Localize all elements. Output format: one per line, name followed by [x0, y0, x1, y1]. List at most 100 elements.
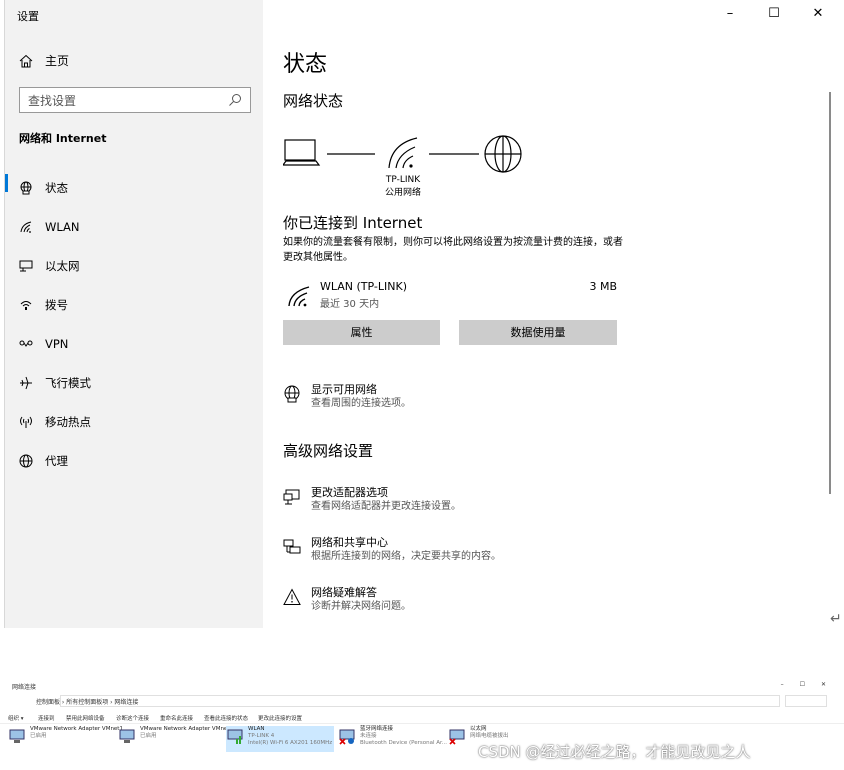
- sidebar-item-label: VPN: [45, 336, 69, 351]
- show-networks-link[interactable]: 显示可用网络 查看周围的连接选项。: [283, 382, 411, 411]
- wifi-adapter-icon: [227, 729, 243, 744]
- vpn-icon: [19, 340, 33, 347]
- maximize-button[interactable]: ☐: [800, 681, 805, 688]
- adapter-options-link[interactable]: 更改适配器选项 查看网络适配器并更改连接设置。: [283, 485, 461, 514]
- sidebar-item-dialup[interactable]: 拨号: [5, 285, 264, 324]
- sidebar-item-ethernet[interactable]: 以太网: [5, 246, 264, 285]
- network-adapter-icon: [119, 729, 135, 743]
- command-connect[interactable]: 连接到: [38, 714, 55, 722]
- settings-window: 设置 主页 查找设置 网络和 Internet 状态 WLAN 以太网 拨号 V…: [0, 0, 844, 628]
- search-placeholder: 查找设置: [28, 93, 77, 108]
- sidebar-item-hotspot[interactable]: 移动热点: [5, 402, 264, 441]
- settings-sidebar: 设置 主页 查找设置 网络和 Internet 状态 WLAN 以太网 拨号 V…: [4, 0, 263, 628]
- globe-network-icon: [284, 385, 300, 403]
- adapter-status: 未连接: [360, 733, 377, 739]
- network-status-title: 网络状态: [283, 92, 344, 110]
- sidebar-item-status[interactable]: 状态: [5, 168, 264, 207]
- network-label: TP-LINK 公用网络: [373, 174, 433, 200]
- ethernet-adapter-icon: [449, 729, 465, 745]
- sidebar-item-wlan[interactable]: WLAN: [5, 207, 264, 246]
- address-path: 控制面板 › 所有控制面板项 › 网络连接: [36, 699, 139, 706]
- sidebar-item-airplane[interactable]: 飞行模式: [5, 363, 264, 402]
- sidebar-item-label: 以太网: [45, 258, 80, 273]
- network-name: TP-LINK: [385, 175, 421, 185]
- search-input[interactable]: 查找设置: [19, 87, 251, 113]
- connection-row: WLAN (TP-LINK) 最近 30 天内 3 MB: [283, 278, 617, 312]
- watermark: CSDN @经过必经之路，才能见改见之人: [478, 743, 751, 761]
- connected-description: 如果你的流量套餐有限制，则你可以将此网络设置为按流量计费的连接，或者更改其他属性…: [283, 237, 623, 263]
- sharing-center-link[interactable]: 网络和共享中心 根据所连接到的网络，决定要共享的内容。: [283, 535, 501, 564]
- command-rename[interactable]: 重命名此连接: [160, 714, 193, 722]
- link-title: 显示可用网络: [311, 383, 377, 396]
- home-label: 主页: [45, 54, 70, 68]
- sharing-center-icon: [283, 539, 301, 554]
- ethernet-icon: [19, 260, 33, 271]
- command-status[interactable]: 查看此连接的状态: [204, 714, 248, 722]
- command-organize[interactable]: 组织 ▾: [8, 714, 24, 722]
- link-title: 网络疑难解答: [311, 586, 377, 599]
- window-controls: – ☐ ✕: [722, 6, 826, 21]
- return-icon: ↵: [830, 611, 842, 627]
- address-box[interactable]: [60, 695, 780, 707]
- home-icon: [19, 54, 33, 67]
- hotspot-icon: [20, 416, 32, 428]
- advanced-settings-title: 高级网络设置: [283, 442, 374, 460]
- sidebar-item-label: 拨号: [45, 297, 68, 312]
- sidebar-item-vpn[interactable]: VPN: [5, 324, 264, 363]
- wifi-icon: [288, 286, 310, 307]
- sidebar-item-label: 状态: [45, 180, 68, 195]
- sidebar-item-label: 代理: [45, 453, 68, 468]
- adapter-item[interactable]: VMware Network Adapter VMnet8 已启用: [118, 726, 233, 752]
- home-link[interactable]: 主页: [19, 52, 69, 69]
- connection-name: WLAN (TP-LINK): [320, 280, 407, 293]
- command-diagnose[interactable]: 诊断这个连接: [116, 714, 149, 722]
- network-adapter-icon: [9, 729, 25, 743]
- close-button[interactable]: ✕: [810, 6, 826, 21]
- command-bar: 组织 ▾ 连接到 禁用此网络设备 诊断这个连接 重命名此连接 查看此连接的状态 …: [0, 712, 844, 724]
- adapter-status: 已启用: [30, 733, 47, 739]
- minimize-button[interactable]: –: [781, 681, 784, 688]
- adapter-item[interactable]: VMware Network Adapter VMnet1 已启用: [8, 726, 123, 752]
- connection-period: 最近 30 天内: [320, 299, 380, 310]
- explorer-title: 网络连接: [12, 684, 37, 691]
- sidebar-item-label: 移动热点: [45, 414, 91, 429]
- bluetooth-adapter-icon: [339, 729, 355, 745]
- explorer-search-input[interactable]: [785, 695, 827, 707]
- properties-button[interactable]: 属性: [283, 320, 440, 345]
- category-heading: 网络和 Internet: [19, 132, 107, 145]
- close-button[interactable]: ✕: [821, 681, 826, 688]
- scrollbar[interactable]: [829, 92, 831, 494]
- adapter-name: WLAN: [248, 726, 265, 732]
- command-disable[interactable]: 禁用此网络设备: [66, 714, 105, 722]
- link-title: 网络和共享中心: [311, 536, 388, 549]
- command-settings[interactable]: 更改此连接的设置: [258, 714, 302, 722]
- adapter-item[interactable]: WLAN TP-LINK 4 Intel(R) Wi-Fi 6 AX201 16…: [226, 726, 334, 752]
- sidebar-item-label: WLAN: [45, 219, 80, 234]
- link-description: 查看网络适配器并更改连接设置。: [311, 501, 461, 512]
- adapter-name: VMware Network Adapter VMnet8: [140, 726, 233, 732]
- minimize-button[interactable]: –: [722, 6, 738, 21]
- explorer-titlebar: 网络连接 – ☐ ✕: [0, 680, 844, 692]
- sidebar-item-proxy[interactable]: 代理: [5, 441, 264, 480]
- warning-icon: [283, 588, 301, 605]
- globe-network-icon: [20, 181, 32, 194]
- connection-usage: 3 MB: [589, 280, 617, 293]
- link-description: 查看周围的连接选项。: [311, 398, 411, 409]
- sidebar-item-label: 飞行模式: [45, 375, 91, 390]
- troubleshoot-link[interactable]: 网络疑难解答 诊断并解决网络问题。: [283, 585, 411, 614]
- maximize-button[interactable]: ☐: [766, 6, 782, 21]
- address-bar: 控制面板 › 所有控制面板项 › 网络连接: [0, 694, 844, 708]
- connected-title: 你已连接到 Internet: [283, 214, 423, 232]
- link-description: 诊断并解决网络问题。: [311, 601, 411, 612]
- laptop-icon: [283, 139, 321, 166]
- adapter-status: 已启用: [140, 733, 157, 739]
- app-title: 设置: [17, 10, 39, 23]
- adapter-item[interactable]: 蓝牙网络连接 未连接 Bluetooth Device (Personal Ar…: [338, 726, 447, 752]
- data-usage-button[interactable]: 数据使用量: [459, 320, 617, 345]
- settings-content: – ☐ ✕ 状态 网络状态 TP-LINK 公用网络 你已连接到 Interne…: [263, 0, 844, 628]
- explorer-window-controls: – ☐ ✕: [781, 681, 826, 688]
- airplane-icon: [20, 376, 32, 389]
- adapter-status: TP-LINK 4: [248, 733, 275, 739]
- adapter-name: 以太网: [470, 726, 487, 732]
- adapter-name: 蓝牙网络连接: [360, 726, 394, 732]
